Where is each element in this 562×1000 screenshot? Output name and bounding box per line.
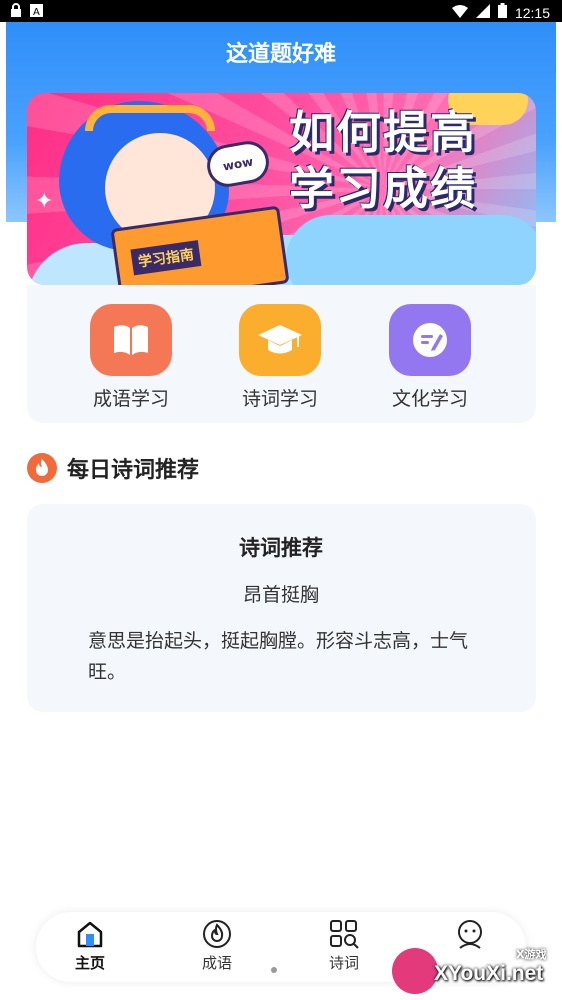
graduation-cap-icon <box>239 304 321 376</box>
wifi-icon <box>451 4 468 22</box>
signal-icon <box>475 3 490 22</box>
status-left-icons: A <box>10 3 43 21</box>
svg-text:A: A <box>33 7 40 17</box>
banner-headline-line1: 如何提高 <box>289 106 478 159</box>
category-label: 文化学习 <box>391 388 468 410</box>
battery-icon <box>497 3 507 22</box>
watermark-logo-icon <box>392 948 438 994</box>
poem-card-word: 昂首挺胸 <box>242 584 319 606</box>
category-culture-learning[interactable]: 文化学习 <box>380 304 480 411</box>
watermark-text: XYouXi.net <box>434 962 544 985</box>
nav-label: 成语 <box>201 954 232 972</box>
promo-banner[interactable]: ✦ wow 学习指南 如何提高 学习成绩 <box>27 93 536 285</box>
nav-tab-poem[interactable]: 诗词 <box>299 918 389 973</box>
lock-icon <box>10 3 22 21</box>
poem-card-description: 意思是抬起头，挺起胸膛。形容斗志高，士气旺。 <box>88 630 469 683</box>
category-label: 诗词学习 <box>241 388 318 410</box>
pencil-chat-icon <box>389 304 471 376</box>
section-title: 每日诗词推荐 <box>67 458 200 483</box>
girl-headband-illustration <box>85 105 215 131</box>
status-bar: A 12:15 <box>0 0 562 22</box>
poem-card-title: 诗词推荐 <box>239 536 323 560</box>
nav-tab-idiom[interactable]: 成语 <box>172 918 262 973</box>
fire-icon <box>27 453 57 483</box>
app-screen: A 12:15 这道题好难 ✦ wow 学习指南 如何提高 学习成绩 成语学习 … <box>0 0 562 1000</box>
book-label: 学习指南 <box>130 240 202 276</box>
app-a-icon: A <box>30 3 43 21</box>
grid-search-icon <box>299 918 389 950</box>
status-time: 12:15 <box>514 4 550 21</box>
category-label: 成语学习 <box>92 388 169 410</box>
nav-label: 诗词 <box>328 954 359 972</box>
watermark-small-text: X游戏 <box>516 948 547 961</box>
nav-label: 主页 <box>74 954 105 972</box>
banner-headline-line2: 学习成绩 <box>289 162 478 215</box>
nav-tab-home[interactable]: 主页 <box>45 918 135 973</box>
site-watermark: X游戏 XYouXi.net <box>388 944 562 1000</box>
category-poetry-learning[interactable]: 诗词学习 <box>230 304 330 411</box>
cloud-decoration <box>286 215 536 285</box>
flame-circle-icon <box>172 918 262 950</box>
open-book-icon <box>90 304 172 376</box>
banner-headline: 如何提高 学习成绩 <box>289 105 519 217</box>
home-icon <box>45 918 135 950</box>
daily-poem-heading: 每日诗词推荐 <box>27 452 199 484</box>
home-indicator-dot <box>271 967 277 973</box>
sparkle-icon: ✦ <box>35 189 54 214</box>
status-right-icons: 12:15 <box>451 3 550 22</box>
category-idiom-learning[interactable]: 成语学习 <box>81 304 181 411</box>
page-title: 这道题好难 <box>225 42 336 67</box>
